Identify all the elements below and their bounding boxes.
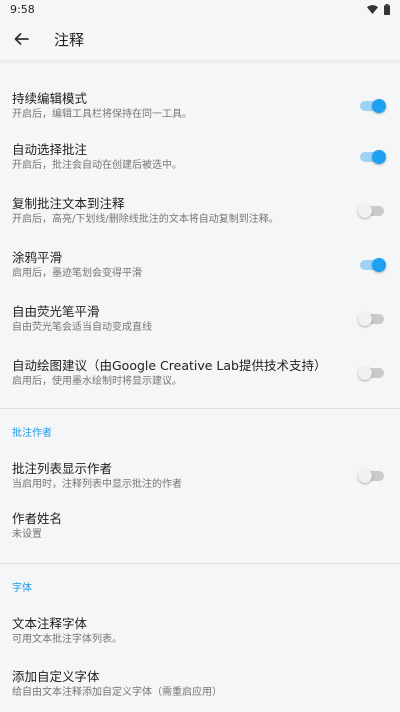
battery-icon xyxy=(384,3,390,15)
wifi-icon xyxy=(367,4,378,14)
setting-subtitle: 启用后，墨迹笔划会变得平滑 xyxy=(12,267,142,279)
setting-title: 自动绘图建议（由Google Creative Lab提供技术支持） xyxy=(12,357,327,373)
setting-title: 自由荧光笔平滑 xyxy=(12,303,100,319)
setting-highlighter-smoothing[interactable]: 自由荧光笔平滑 自由荧光笔会适当自动变成直线 xyxy=(0,292,400,346)
section-header-author: 批注作者 xyxy=(12,427,52,439)
setting-title: 复制批注文本到注释 xyxy=(12,195,125,211)
setting-title: 涂鸦平滑 xyxy=(12,249,63,265)
setting-show-author[interactable]: 批注列表显示作者 当启用时，注释列表中显示批注的作者 xyxy=(0,453,400,499)
setting-subtitle: 可用文本批注字体列表。 xyxy=(12,633,122,645)
setting-title: 持续编辑模式 xyxy=(12,90,88,106)
back-button[interactable] xyxy=(10,28,32,50)
setting-text-annot-font[interactable]: 文本注释字体 可用文本批注字体列表。 xyxy=(0,608,400,654)
setting-drawing-suggestions[interactable]: 自动绘图建议（由Google Creative Lab提供技术支持） 启用后，使… xyxy=(0,346,400,400)
setting-title: 作者姓名 xyxy=(12,510,63,526)
arrow-left-icon xyxy=(14,33,29,45)
status-time: 9:58 xyxy=(10,2,35,16)
copy-text-toggle[interactable] xyxy=(358,204,386,218)
setting-title: 文本注释字体 xyxy=(12,615,88,631)
status-icons xyxy=(367,3,390,15)
setting-subtitle: 开启后，批注会自动在创建后被选中。 xyxy=(12,159,182,171)
setting-add-custom-font[interactable]: 添加自定义字体 给自由文本注释添加自定义字体（需重启应用） xyxy=(0,654,400,712)
setting-title: 批注列表显示作者 xyxy=(12,460,113,476)
setting-subtitle: 给自由文本注释添加自定义字体（需重启应用） xyxy=(12,686,222,698)
setting-ink-smoothing[interactable]: 涂鸦平滑 启用后，墨迹笔划会变得平滑 xyxy=(0,238,400,292)
setting-title: 添加自定义字体 xyxy=(12,668,100,684)
auto-select-toggle[interactable] xyxy=(360,150,386,164)
setting-subtitle: 自由荧光笔会适当自动变成直线 xyxy=(12,321,152,333)
setting-auto-select[interactable]: 自动选择批注 开启后，批注会自动在创建后被选中。 xyxy=(0,130,400,184)
settings-list: 持续编辑模式 开启后，编辑工具栏将保持在同一工具。 自动选择批注 开启后，批注会… xyxy=(0,64,400,712)
status-bar: 9:58 xyxy=(0,0,400,18)
drawing-suggestions-toggle[interactable] xyxy=(358,366,386,380)
continuous-edit-toggle[interactable] xyxy=(360,99,386,113)
section-header-font: 字体 xyxy=(12,582,32,594)
setting-subtitle: 开启后，编辑工具栏将保持在同一工具。 xyxy=(12,108,192,120)
setting-subtitle: 未设置 xyxy=(12,528,42,540)
setting-author-name[interactable]: 作者姓名 未设置 xyxy=(0,499,400,553)
app-bar: 注释 xyxy=(0,18,400,60)
setting-continuous-edit[interactable]: 持续编辑模式 开启后，编辑工具栏将保持在同一工具。 xyxy=(0,82,400,130)
setting-copy-text[interactable]: 复制批注文本到注释 开启后，高亮/下划线/删除线批注的文本将自动复制到注释。 xyxy=(0,184,400,238)
show-author-toggle[interactable] xyxy=(358,469,386,483)
setting-title: 自动选择批注 xyxy=(12,141,88,157)
setting-subtitle: 开启后，高亮/下划线/删除线批注的文本将自动复制到注释。 xyxy=(12,213,279,225)
highlighter-smoothing-toggle[interactable] xyxy=(358,312,386,326)
page-title: 注释 xyxy=(54,30,85,49)
ink-smoothing-toggle[interactable] xyxy=(360,258,386,272)
setting-subtitle: 启用后，使用墨水绘制时将显示建议。 xyxy=(12,375,182,387)
setting-subtitle: 当启用时，注释列表中显示批注的作者 xyxy=(12,478,182,490)
